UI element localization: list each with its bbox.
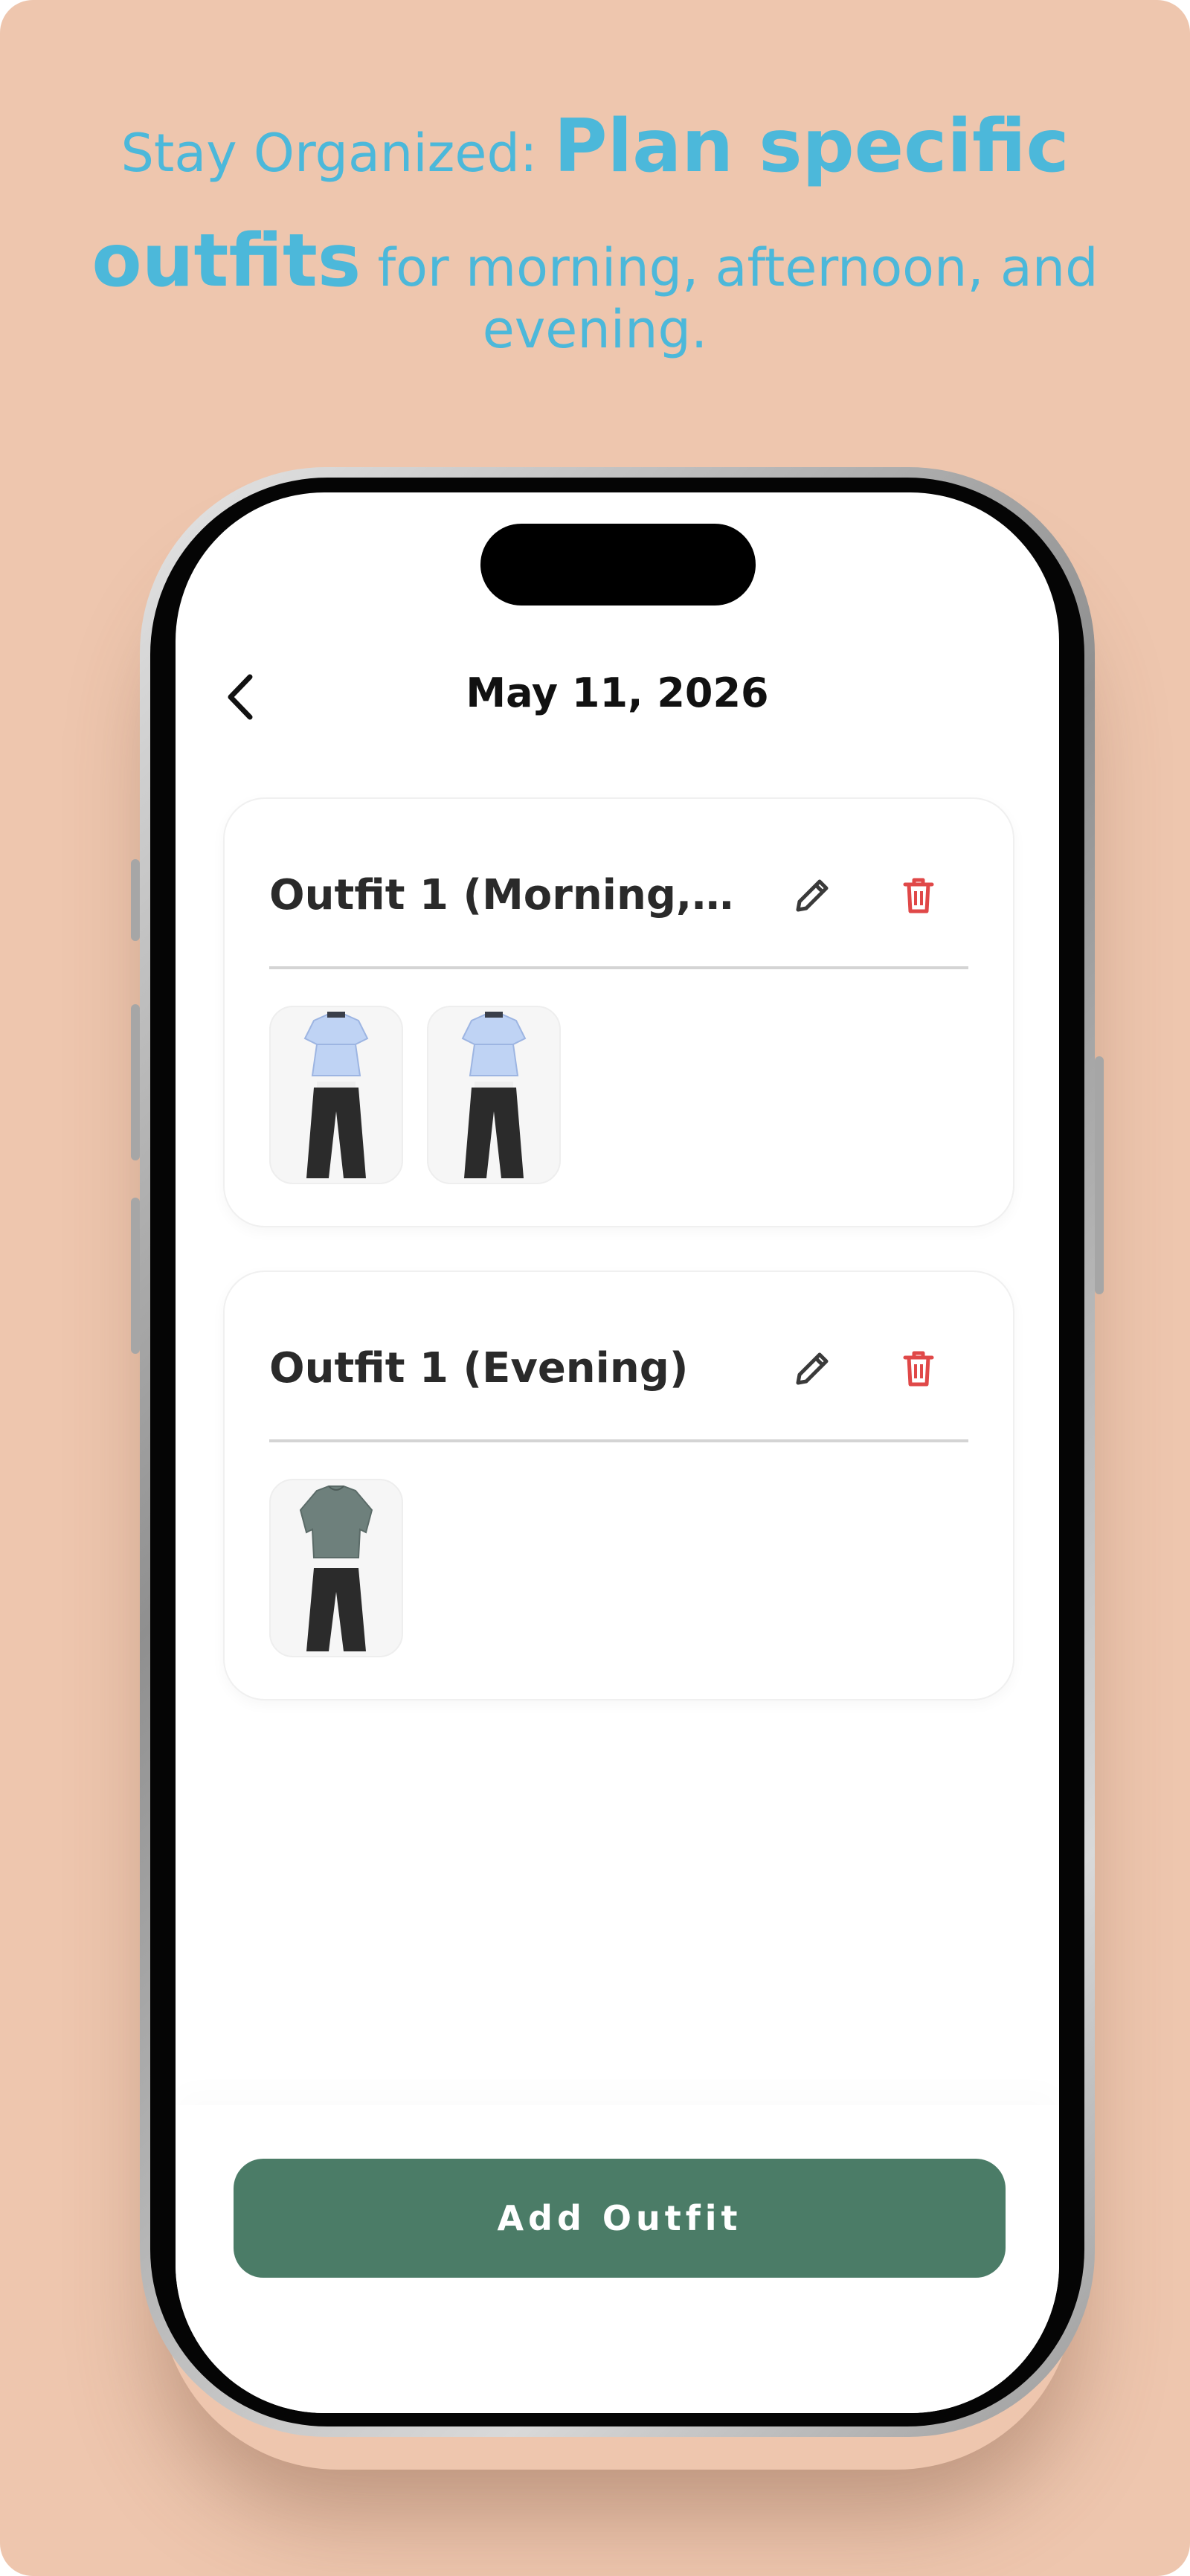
page-title: May 11, 2026 <box>466 669 769 716</box>
phone-volume-up-button <box>131 1004 140 1160</box>
phone-volume-down-button <box>131 1198 140 1354</box>
pencil-icon <box>796 1352 829 1385</box>
outfit-card[interactable]: Outfit 1 (Morning, Aft... <box>223 797 1014 1227</box>
green-tee-black-pants-image <box>299 1485 373 1651</box>
ruffle-top-black-pants-image <box>303 1012 369 1178</box>
edit-outfit-button[interactable] <box>786 870 838 922</box>
headline-strong-1: Plan specific <box>553 104 1070 189</box>
delete-outfit-button[interactable] <box>892 1343 945 1395</box>
delete-outfit-button[interactable] <box>892 870 945 922</box>
phone-action-button <box>131 859 140 941</box>
phone-screen: May 11, 2026 Outfit 1 (Morning, Aft... <box>176 492 1059 2413</box>
dynamic-island <box>480 524 756 606</box>
edit-outfit-button[interactable] <box>786 1343 838 1395</box>
headline-text-3: evening. <box>482 299 708 360</box>
trash-icon <box>903 878 934 913</box>
trash-icon <box>903 1351 934 1387</box>
outfit-item-thumbnail[interactable] <box>269 1006 403 1184</box>
pencil-icon <box>796 879 829 912</box>
headline-text-1: Stay Organized: <box>120 123 554 184</box>
headline-text-2: for morning, afternoon, and <box>361 237 1099 298</box>
outfit-card[interactable]: Outfit 1 (Evening) <box>223 1271 1014 1700</box>
phone-power-button <box>1095 1056 1104 1294</box>
outfit-item-thumbnail[interactable] <box>269 1479 403 1657</box>
outfit-title: Outfit 1 (Morning, Aft... <box>269 871 745 919</box>
outfit-item-thumbnail[interactable] <box>427 1006 561 1184</box>
card-divider <box>269 966 968 969</box>
promo-headline: Stay Organized: Plan specific outfits fo… <box>82 93 1108 360</box>
outfit-title: Outfit 1 (Evening) <box>269 1344 689 1393</box>
card-divider <box>269 1439 968 1442</box>
ruffle-top-black-pants-image <box>461 1012 527 1178</box>
promo-background: Stay Organized: Plan specific outfits fo… <box>0 0 1190 2576</box>
headline-strong-2: outfits <box>91 219 361 303</box>
add-outfit-button[interactable]: Add Outfit <box>234 2159 1006 2278</box>
